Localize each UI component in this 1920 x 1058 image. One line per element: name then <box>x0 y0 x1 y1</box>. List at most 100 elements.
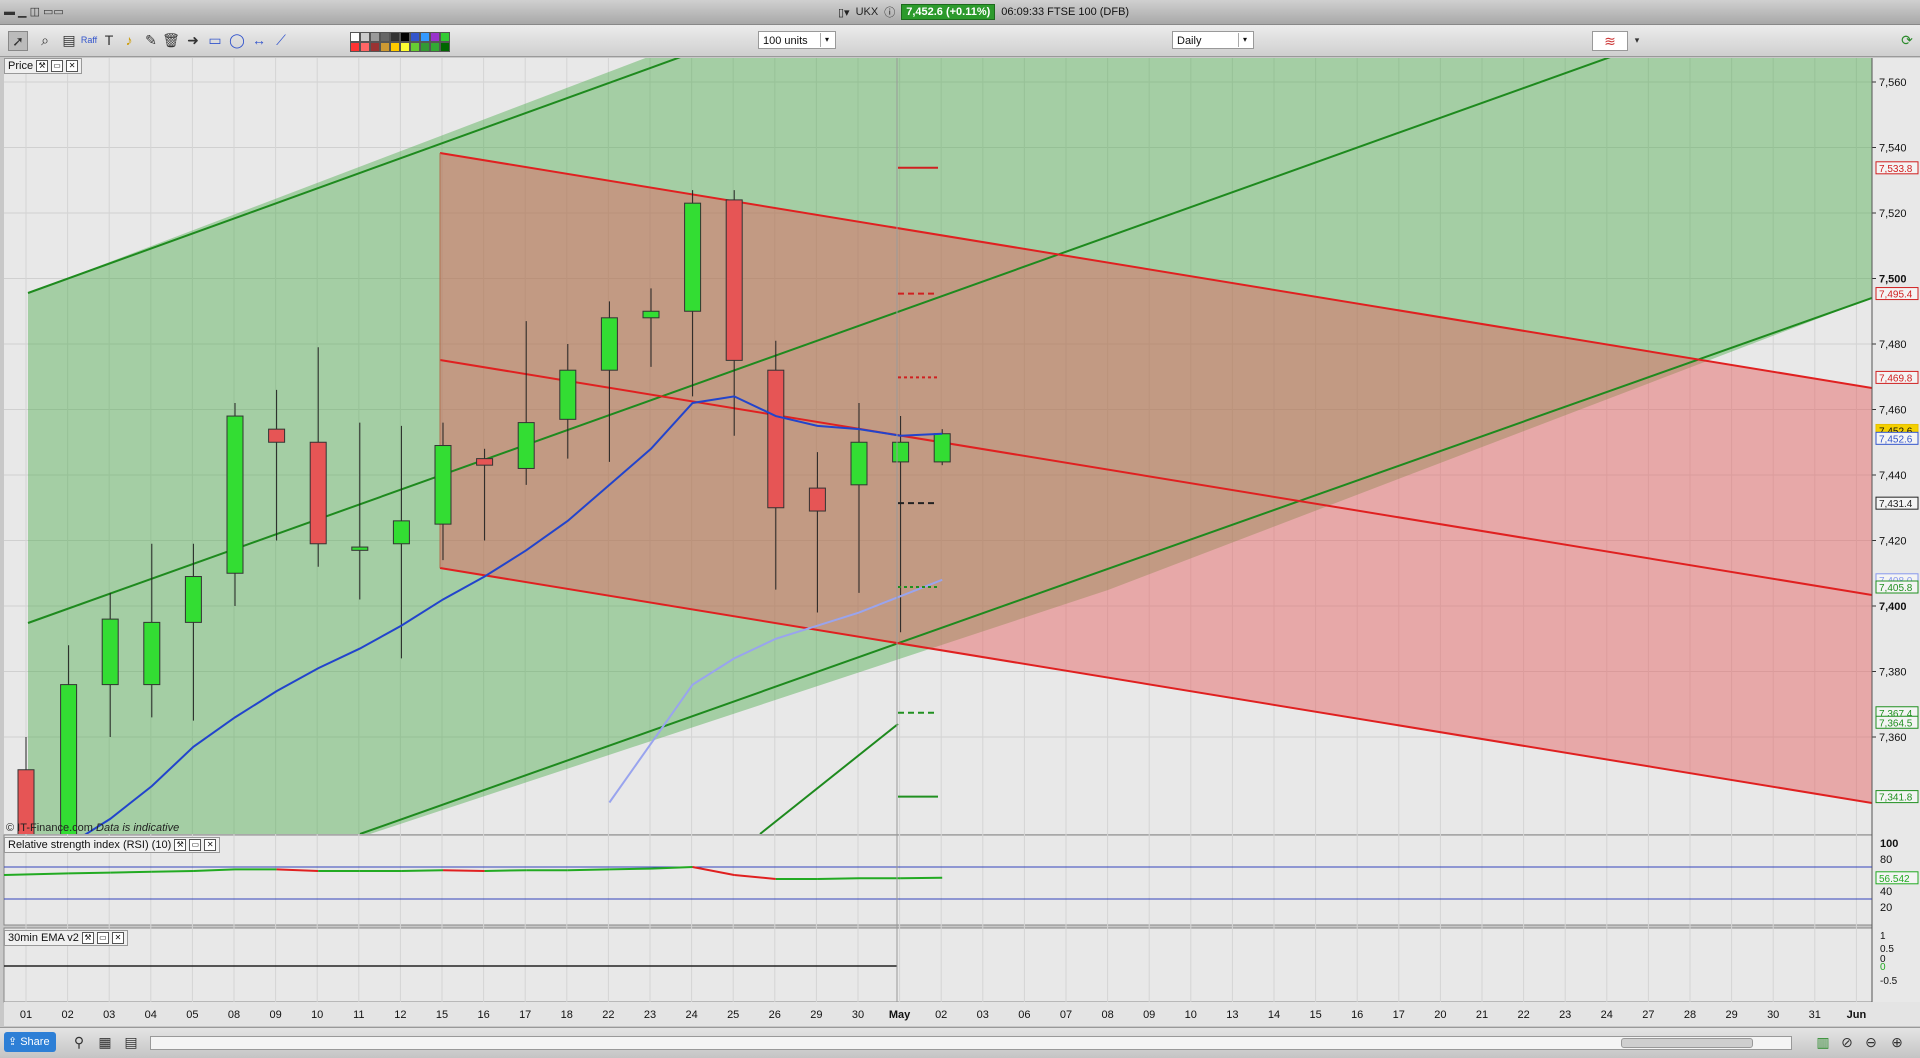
symbol-label: UKX <box>856 6 879 18</box>
wrench-icon[interactable]: ⚒ <box>36 60 48 72</box>
wrench-icon[interactable]: ⚒ <box>174 839 186 851</box>
price-panel-label: Price ⚒ ▭ ✕ <box>4 58 82 74</box>
date-tick-label: 10 <box>311 1009 323 1021</box>
price-label-text: 7,405.8 <box>1879 583 1913 594</box>
window-icon[interactable]: ▭ <box>97 932 109 944</box>
date-tick-label: 21 <box>1476 1009 1488 1021</box>
ema-tick-label: 1 <box>1880 931 1886 942</box>
rsi-segment <box>485 870 527 871</box>
color-swatch[interactable] <box>350 32 360 42</box>
rsi-panel-bg <box>4 835 1872 925</box>
date-tick-label: 13 <box>1226 1009 1238 1021</box>
price-label-text: 7,495.4 <box>1879 290 1913 301</box>
candle-body <box>269 429 285 442</box>
chart-area[interactable]: 7,3607,3807,4007,4207,4407,4607,4807,500… <box>0 56 1920 1027</box>
chevron-down-icon[interactable]: ▾ <box>1628 31 1646 49</box>
close-icon[interactable]: ✕ <box>204 839 216 851</box>
color-swatch[interactable] <box>440 32 450 42</box>
close-icon[interactable]: ✕ <box>112 932 124 944</box>
rsi-segment <box>568 869 610 870</box>
candle-body <box>102 619 118 685</box>
rsi-segment <box>110 872 152 873</box>
candle-body <box>685 203 701 311</box>
color-swatch[interactable] <box>370 42 380 52</box>
date-tick-label: Jun <box>1847 1009 1867 1021</box>
color-swatch[interactable] <box>430 32 440 42</box>
interval-value: Daily <box>1177 35 1201 47</box>
rsi-tick-label: 100 <box>1880 838 1898 850</box>
eraser-icon[interactable]: ✎ <box>142 31 160 49</box>
hline-icon[interactable]: ↔ <box>250 31 268 49</box>
window-icon[interactable]: ▭ <box>189 839 201 851</box>
zoom-icon[interactable]: ⌕ <box>36 31 54 49</box>
share-button[interactable]: ⇪ Share <box>4 1032 56 1052</box>
color-swatch[interactable] <box>370 32 380 42</box>
date-tick-label: 08 <box>1101 1009 1113 1021</box>
rsi-panel-label: Relative strength index (RSI) (10) ⚒ ▭ ✕ <box>4 837 220 853</box>
refresh-icon[interactable]: ⟳ <box>1898 31 1916 49</box>
trash-icon[interactable]: 🗑 <box>162 31 180 49</box>
scrollbar-thumb[interactable] <box>1621 1038 1753 1048</box>
horizontal-scrollbar[interactable] <box>150 1036 1792 1050</box>
wrench-icon[interactable]: ⚒ <box>82 932 94 944</box>
fib-icon[interactable]: ▤ <box>60 31 78 49</box>
text-icon[interactable]: T <box>100 31 118 49</box>
print-icon[interactable]: ▤ <box>122 1033 140 1051</box>
date-tick-label: 17 <box>519 1009 531 1021</box>
rsi-tick-label: 80 <box>1880 854 1892 866</box>
color-swatch[interactable] <box>420 32 430 42</box>
color-swatch[interactable] <box>410 42 420 52</box>
zoom-in-icon[interactable]: ⊕ <box>1888 1033 1906 1051</box>
price-label-text: 7,533.8 <box>1879 164 1913 175</box>
window-controls[interactable]: ▬ ▁ ◫ ▭▭ <box>4 5 64 18</box>
color-swatch[interactable] <box>390 42 400 52</box>
date-tick-label: 18 <box>561 1009 573 1021</box>
ema-label-text: 30min EMA v2 <box>8 931 79 945</box>
close-icon[interactable]: ✕ <box>66 60 78 72</box>
color-swatch[interactable] <box>400 32 410 42</box>
date-tick-label: 22 <box>1517 1009 1529 1021</box>
info-icon: ⓘ <box>884 4 895 20</box>
date-tick-label: 29 <box>810 1009 822 1021</box>
zoom-out-icon[interactable]: ⊖ <box>1862 1033 1880 1051</box>
color-swatch[interactable] <box>360 42 370 52</box>
ellipse-icon[interactable]: ◯ <box>228 31 246 49</box>
ema-panel-bg <box>4 928 1872 1002</box>
zoom-reset-icon[interactable]: ⊘ <box>1838 1033 1856 1051</box>
trendline-icon[interactable]: ⟋ <box>272 31 290 49</box>
chart-type-icon[interactable]: ≋ <box>1592 31 1628 51</box>
window-icon[interactable]: ▭ <box>51 60 63 72</box>
color-swatch[interactable] <box>380 42 390 52</box>
price-label-text: 7,341.8 <box>1879 793 1913 804</box>
units-select[interactable]: 100 units ▾ <box>758 31 836 49</box>
rsi-segment <box>609 869 651 870</box>
color-swatch[interactable] <box>360 32 370 42</box>
color-swatch[interactable] <box>390 32 400 42</box>
rsi-tick-label: 40 <box>1880 886 1892 898</box>
pointer-icon[interactable]: ➚ <box>8 31 28 51</box>
date-tick-label: 22 <box>602 1009 614 1021</box>
grid-icon[interactable]: ▦ <box>96 1033 114 1051</box>
rect-icon[interactable]: ▭ <box>206 31 224 49</box>
candle-body <box>435 446 451 525</box>
arrow-icon[interactable]: ➜ <box>184 31 202 49</box>
alert-icon[interactable]: ♪ <box>120 31 138 49</box>
color-swatch[interactable] <box>380 32 390 42</box>
chart-icon[interactable]: ▥ <box>1814 1033 1832 1051</box>
color-swatch[interactable] <box>440 42 450 52</box>
bottom-bar: ⇪ Share ⚲ ▦ ▤ ▥ ⊘ ⊖ ⊕ <box>0 1027 1920 1058</box>
date-tick-label: May <box>889 1009 911 1021</box>
link-icon[interactable]: ⚲ <box>70 1033 88 1051</box>
color-swatch[interactable] <box>350 42 360 52</box>
date-tick-label: 20 <box>1434 1009 1446 1021</box>
units-value: 100 units <box>763 35 808 47</box>
interval-select[interactable]: Daily ▾ <box>1172 31 1254 49</box>
color-swatch[interactable] <box>400 42 410 52</box>
date-tick-label: 30 <box>1767 1009 1779 1021</box>
color-swatch[interactable] <box>410 32 420 42</box>
copyright-text: © IT-Finance.com <box>6 822 93 834</box>
price-tick-label: 7,500 <box>1879 274 1907 286</box>
color-swatch[interactable] <box>430 42 440 52</box>
raff-icon[interactable]: Raff <box>80 31 98 49</box>
color-swatch[interactable] <box>420 42 430 52</box>
